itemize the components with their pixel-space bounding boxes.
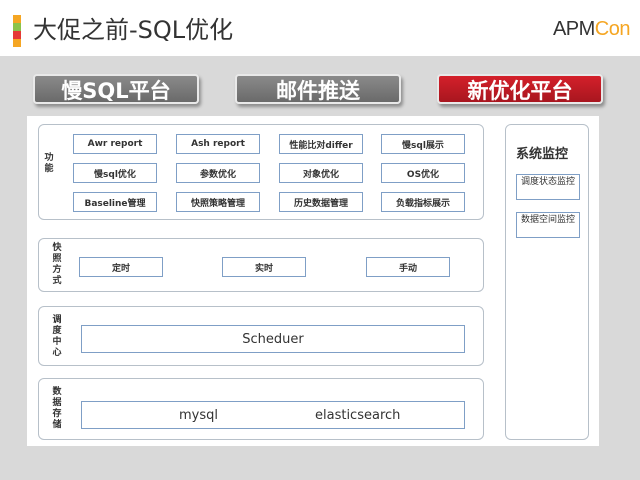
ash-report-box: Ash report [176, 134, 260, 154]
awr-report-box: Awr report [73, 134, 157, 154]
storage-box: mysql elasticsearch [81, 401, 465, 429]
storage-elasticsearch: elasticsearch [315, 407, 401, 423]
tab-new-optimize-platform[interactable]: 新优化平台 [437, 74, 603, 104]
tab-slow-sql-platform[interactable]: 慢SQL平台 [33, 74, 199, 104]
scheduler-section: 调度中心 Scheduer [38, 306, 484, 366]
os-optimize-box: OS优化 [381, 163, 465, 183]
snapshot-timed-box: 定时 [79, 257, 163, 277]
history-data-box: 历史数据管理 [279, 192, 363, 212]
load-metrics-box: 负载指标展示 [381, 192, 465, 212]
tab-mail-push[interactable]: 邮件推送 [235, 74, 401, 104]
snapshot-policy-box: 快照策略管理 [176, 192, 260, 212]
slide-header: 大促之前-SQL优化 APMCon [0, 0, 640, 56]
object-optimize-box: 对象优化 [279, 163, 363, 183]
storage-mysql: mysql [179, 407, 218, 423]
perf-differ-box: 性能比对differ [279, 134, 363, 154]
function-section: 功能 Awr report Ash report 性能比对differ 慢sql… [38, 124, 484, 220]
scheduler-label: 调度中心 [52, 315, 62, 358]
monitor-section: 系统监控 调度状态监控 数据空间监控 [505, 124, 589, 440]
storage-label: 数据存储 [52, 387, 62, 430]
scheduler-box: Scheduer [81, 325, 465, 353]
slow-sql-optimize-box: 慢sql优化 [73, 163, 157, 183]
storage-section: 数据存储 mysql elasticsearch [38, 378, 484, 440]
slide-title: 大促之前-SQL优化 [33, 16, 234, 44]
schedule-status-monitor-box: 调度状态监控 [516, 174, 580, 200]
logo-prefix: APM [552, 18, 595, 40]
snapshot-label: 快照方式 [52, 243, 62, 286]
snapshot-realtime-box: 实时 [222, 257, 306, 277]
architecture-panel: 功能 Awr report Ash report 性能比对differ 慢sql… [27, 116, 599, 446]
title-accent-icon [13, 15, 21, 47]
snapshot-manual-box: 手动 [366, 257, 450, 277]
apmcon-logo: APMCon [552, 18, 631, 41]
baseline-manage-box: Baseline管理 [73, 192, 157, 212]
logo-suffix: Con [594, 18, 631, 40]
param-optimize-box: 参数优化 [176, 163, 260, 183]
slow-sql-display-box: 慢sql展示 [381, 134, 465, 154]
monitor-title: 系统监控 [516, 147, 569, 162]
function-label: 功能 [44, 153, 54, 174]
data-space-monitor-box: 数据空间监控 [516, 212, 580, 238]
snapshot-section: 快照方式 定时 实时 手动 [38, 238, 484, 292]
